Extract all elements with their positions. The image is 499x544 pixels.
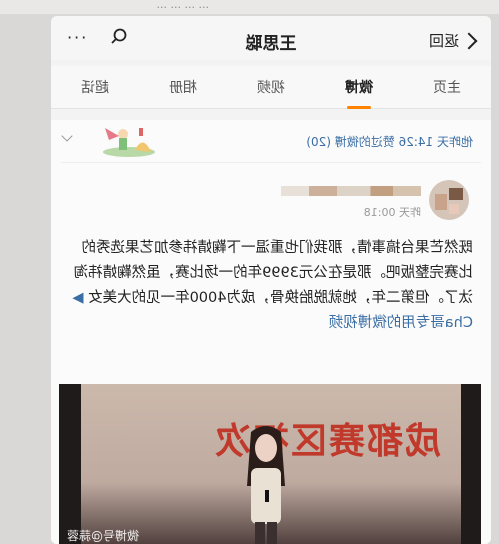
profile-tabs: 主页 微博 视频 相册 超话 [51, 66, 491, 109]
author-name-blurred[interactable] [281, 186, 421, 196]
post-text: 既然芒果台搞事情，那我们也重温一下鞠婧祎参加艺果选秀的比赛完整版吧。那是在公元3… [71, 236, 473, 336]
liked-by-bar[interactable]: 他昨天 14:26 赞过的微博 (20) [61, 120, 481, 163]
post-card: 他昨天 14:26 赞过的微博 (20) 昨天 00:18 既然芒果台搞事情，那… [51, 120, 491, 544]
liked-by-text: 他昨天 14:26 赞过的微博 (20) [306, 134, 473, 149]
post-body: 既然芒果台搞事情，那我们也重温一下鞠婧祎参加艺果选秀的比赛完整版吧。那是在公元3… [73, 240, 473, 306]
decor-illustration-icon [103, 128, 155, 157]
tab-weibo[interactable]: 微博 [339, 73, 379, 101]
video-person-figure [247, 426, 285, 544]
avatar[interactable] [429, 180, 469, 220]
phone-screen: 返回 王思聪 ··· 主页 微博 视频 相册 超话 他昨天 14:26 赞过的微… [51, 16, 491, 544]
chevron-down-icon[interactable] [61, 130, 73, 142]
mirrored-screenshot: ... ... ... ... 返回 王思聪 ··· 主页 微博 视频 相册 超… [0, 0, 499, 544]
profile-header: 返回 王思聪 ··· [51, 16, 491, 60]
video-link-icon: ▶ [72, 290, 84, 306]
tab-super-topic[interactable]: 超话 [75, 73, 115, 101]
top-status-strip: ... ... ... ... [0, 0, 499, 14]
tab-album[interactable]: 相册 [163, 73, 203, 101]
post-author: 昨天 00:18 [57, 180, 477, 228]
video-player[interactable]: 成都赛区初次 微博号@蒜蓉 [59, 384, 481, 544]
search-icon[interactable] [111, 28, 127, 44]
post-time: 昨天 00:18 [363, 206, 421, 219]
tab-video[interactable]: 视频 [251, 73, 291, 101]
video-link[interactable]: Cha哥专用的微博视频 [329, 315, 473, 331]
tab-home[interactable]: 主页 [427, 73, 467, 101]
video-watermark: 微博号@蒜蓉 [67, 529, 140, 543]
more-options-icon[interactable]: ··· [65, 28, 86, 47]
